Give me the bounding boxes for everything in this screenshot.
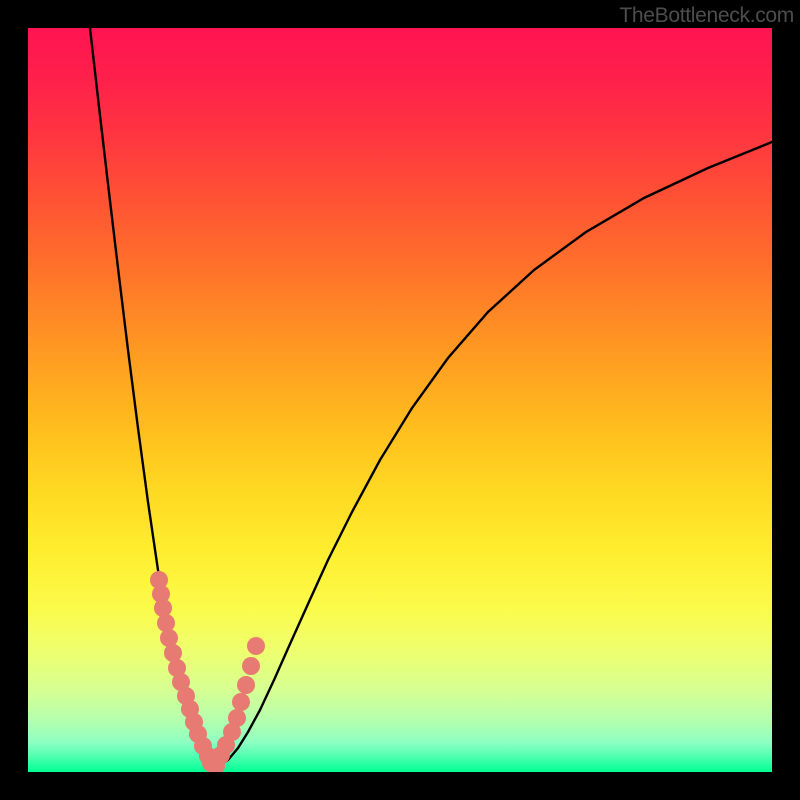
bead-marker — [154, 599, 172, 617]
bead-marker — [157, 614, 175, 632]
bead-marker — [237, 676, 255, 694]
plot-area — [28, 28, 772, 772]
chart-frame: TheBottleneck.com — [0, 0, 800, 800]
bottleneck-curve — [90, 28, 772, 766]
bead-cluster-left — [150, 571, 217, 765]
bead-marker — [232, 693, 250, 711]
watermark-text: TheBottleneck.com — [619, 4, 794, 28]
bead-marker — [242, 657, 260, 675]
bead-marker — [228, 709, 246, 727]
curve-layer — [28, 28, 772, 772]
bead-marker — [247, 637, 265, 655]
